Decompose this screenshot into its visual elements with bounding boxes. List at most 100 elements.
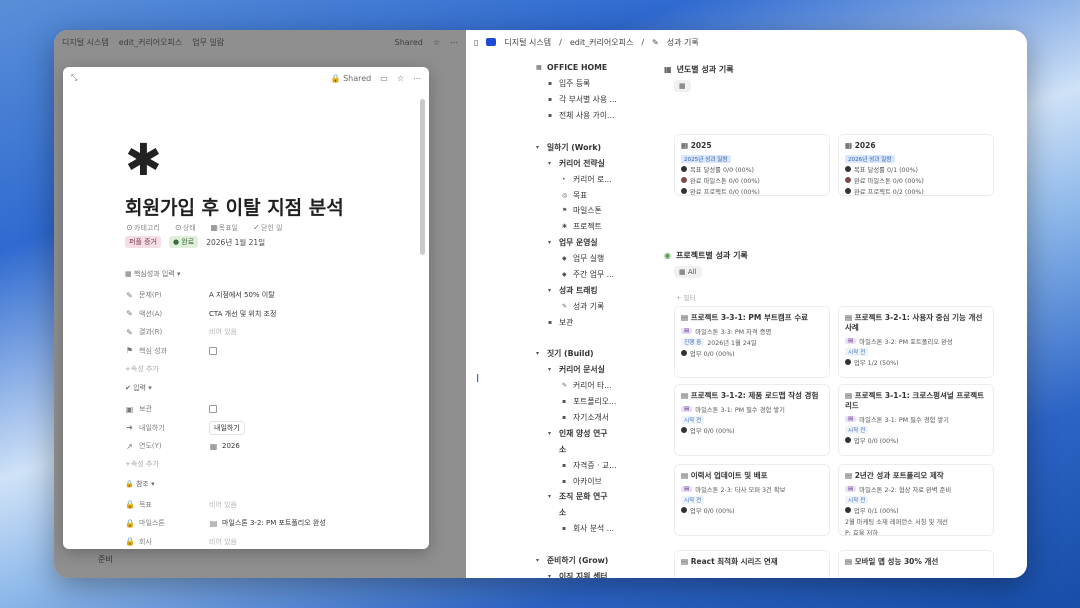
prop-header-category[interactable]: ⊙카테고리 [125, 223, 160, 233]
projects-section-title[interactable]: ◉ 프로젝트별 성과 기록 [664, 250, 748, 261]
page-asterisk-icon[interactable]: ✱ [125, 139, 162, 183]
sidebar-item[interactable]: ▪ 각 부서별 사용 ... [536, 92, 658, 108]
modal-shared-button[interactable]: 🔒 Shared [331, 74, 372, 83]
prop-header-target-date[interactable]: ▦목표일 [210, 223, 238, 233]
prop-row-milestone[interactable]: 🔒 마일스톤 ▤ 마일스톤 3-2: PM 포트폴리오 완성 [125, 514, 415, 533]
sidebar-item[interactable]: ▪ 자격증 · 교... [536, 457, 658, 473]
do-tomorrow-button[interactable]: 내일하기 [209, 420, 245, 435]
sidebar-item[interactable]: ▾ 일하기 (Work) [536, 139, 658, 155]
project-card[interactable]: ▤ 프로젝트 3-1-1: 크로스펑셔널 프로젝트 리드 ▤ 마일스톤 3-1: P… [838, 384, 994, 456]
prop-row-problem[interactable]: ✎ 문제(P) A 지점에서 50% 이탈 [125, 286, 415, 305]
sidebar-item[interactable]: ◎ 목표 [536, 187, 658, 203]
sidebar-item[interactable]: ◆ 업무 실행 [536, 251, 658, 267]
project-card[interactable]: ▤ 이력서 업데이트 및 배포 ▤ 마일스톤 2-3: 타사 모퍼 3건 확보 시작 … [674, 464, 830, 536]
gallery-view-icon[interactable]: ▦ [674, 80, 691, 92]
sidebar-item[interactable]: ▪ 자기소개서 [536, 410, 658, 426]
sidebar-item[interactable]: ✎ 성과 기록 [536, 298, 658, 314]
left-more-icon[interactable]: ⋯ [450, 38, 458, 47]
left-pane-dimmed[interactable]: 디지털 시스템 edit_커리어오피스 업무 일람 Shared ☆ ⋯ 준비 … [54, 30, 466, 578]
prop-row-key-achievement[interactable]: ⚑ 핵심 성과 [125, 342, 415, 361]
prop-value[interactable]: A 지점에서 50% 이탈 [209, 290, 275, 300]
left-shared-button[interactable]: Shared [395, 38, 423, 47]
sidebar-item[interactable]: ▾ 조직 문화 연구 [536, 489, 658, 505]
view-all-tab[interactable]: ▦ All [674, 266, 702, 278]
prop-value[interactable]: ▤ 마일스톤 3-2: PM 포트폴리오 완성 [209, 518, 326, 528]
project-title-label: 모바일 앱 성능 30% 개선 [854, 557, 939, 566]
year-card-2025[interactable]: ▦ 2025 2025년 성과 일람 목표 달성률 0/0 (00%) 완료 마… [674, 134, 830, 196]
sidebar-item[interactable]: ▪ 입주 등록 [536, 76, 658, 92]
group-key-results-title[interactable]: ▦ 핵심성과 입력 ▾ [125, 269, 415, 280]
sidebar-item[interactable]: 소 [536, 441, 658, 457]
prop-header-status[interactable]: ⊙상태 [174, 223, 196, 233]
sidebar-item[interactable]: ▪ 전체 사용 가이... [536, 108, 658, 124]
sidebar-item[interactable]: ▾ 성과 트래킹 [536, 282, 658, 298]
prop-value[interactable]: CTA 개선 및 위치 조정 [209, 309, 276, 319]
sidebar-item[interactable]: ▾ 업무 운영실 [536, 235, 658, 251]
right-breadcrumb-3[interactable]: 성과 기록 [667, 37, 699, 48]
sidebar-item[interactable]: ✎ 커리어 타... [536, 378, 658, 394]
prop-value[interactable]: 비어 있음 [209, 327, 237, 337]
prop-value[interactable]: ▦ 2026 [209, 442, 240, 451]
sidebar-item[interactable]: ▪ 회사 분석 ... [536, 521, 658, 537]
prop-row-do-tomorrow[interactable]: ➜ 내일하기 내일하기 [125, 419, 415, 438]
archive-checkbox[interactable] [209, 405, 217, 414]
modal-more-icon[interactable]: ⋯ [413, 74, 421, 83]
sidebar-item[interactable]: ◆ 주간 업무 ... [536, 267, 658, 283]
category-chip[interactable]: 퍼플 증거 [125, 236, 161, 248]
prop-row-year[interactable]: ↗ 연도(Y) ▦ 2026 [125, 437, 415, 456]
sidebar-item[interactable]: ▾ 인재 양성 연구 [536, 425, 658, 441]
prop-row-goal[interactable]: 🔒 목표 비어 있음 [125, 496, 415, 515]
prop-header-closed[interactable]: ✓닫힌 일 [252, 223, 282, 233]
expand-icon[interactable]: ⤡ [71, 73, 77, 83]
prop-row-action[interactable]: ✎ 액션(A) CTA 개선 및 위치 조정 [125, 305, 415, 324]
left-breadcrumb-3[interactable]: 업무 일람 [192, 37, 224, 48]
sidebar-item[interactable]: ▾ 커리어 전략실 [536, 155, 658, 171]
status-chip[interactable]: ● 완료 [169, 236, 199, 248]
project-card-title: ▤ 모바일 앱 성능 30% 개선 [845, 557, 987, 567]
right-breadcrumb-1[interactable]: 디지털 시스템 [504, 37, 551, 48]
prop-value[interactable]: 비어 있음 [209, 500, 237, 510]
sidebar-item[interactable]: ▾ 짓기 (Build) [536, 346, 658, 362]
project-card[interactable]: ▤ 프로젝트 3-1-2: 제품 로드맵 작성 경험 ▤ 마일스톤 3-1: PM … [674, 384, 830, 456]
page-title[interactable]: 회원가입 후 이탈 지점 분석 [125, 193, 344, 220]
prop-row-result[interactable]: ✎ 결과(R) 비어 있음 [125, 323, 415, 342]
sidebar-item-label: 아카이브 [573, 476, 602, 486]
yearly-section-title[interactable]: ▦ 년도별 성과 기록 [664, 64, 734, 75]
calendar-icon: ▦ [210, 223, 218, 232]
sidebar-item[interactable]: ▪ 보관 [536, 314, 658, 330]
sidebar-item[interactable]: ▪ 아카이브 [536, 473, 658, 489]
year-card-2026[interactable]: ▦ 2026 2026년 성과 일람 목표 달성률 0/1 (00%) 완료 마… [838, 134, 994, 196]
sidebar-item[interactable]: ▾ 준비하기 (Grow) [536, 553, 658, 569]
prop-value[interactable]: 비어 있음 [209, 537, 237, 547]
left-breadcrumb-1[interactable]: 디지털 시스템 [62, 37, 109, 48]
modal-scrollbar[interactable] [420, 99, 425, 255]
key-achievement-checkbox[interactable] [209, 346, 217, 355]
left-breadcrumb-2[interactable]: edit_커리어오피스 [119, 37, 183, 48]
group-input-title[interactable]: ✔ 입력 ▾ [125, 383, 415, 394]
sidebar-item[interactable]: ▾ 이직 지원 센터 [536, 569, 658, 578]
sidebar-item[interactable]: • 커리어 로... [536, 171, 658, 187]
layout-icon[interactable]: ▭ [380, 74, 388, 83]
project-card[interactable]: ▤ React 최적화 시리즈 연재 [674, 550, 830, 578]
sidebar-item[interactable]: ▦ OFFICE HOME [536, 60, 658, 76]
project-card[interactable]: ▤ 프로젝트 3-3-1: PM 부트캠프 수료 ▤ 마일스톤 3-3: PM 자격… [674, 306, 830, 378]
right-breadcrumb-2[interactable]: edit_커리어오피스 [570, 37, 634, 48]
sidebar-item[interactable]: ▾ 커리어 문서실 [536, 362, 658, 378]
add-property-button[interactable]: + 속성 추가 [125, 456, 415, 473]
sidebar-item[interactable]: ✱ 프로젝트 [536, 219, 658, 235]
prop-row-company[interactable]: 🔒 회사 비어 있음 [125, 533, 415, 550]
add-property-button[interactable]: + 속성 추가 [125, 360, 415, 377]
group-reference-title[interactable]: 🔒 참조 ▾ [125, 479, 415, 490]
filter-button[interactable]: + 필터 [676, 292, 695, 302]
left-star-icon[interactable]: ☆ [433, 38, 440, 47]
date-value[interactable]: 2026년 1월 21일 [206, 237, 265, 248]
sidebar-item[interactable]: ▪ 포트폴리오... [536, 394, 658, 410]
sidebar-item[interactable]: 소 [536, 505, 658, 521]
modal-star-icon[interactable]: ☆ [397, 74, 404, 83]
sidebar-item[interactable]: ⚑ 마일스톤 [536, 203, 658, 219]
sidebar-toggle-icon[interactable]: ▯ [474, 38, 478, 47]
project-card[interactable]: ▤ 2년간 성과 포트폴리오 제작 ▤ 마일스톤 2-2: 협상 자료 완벽 준비 시… [838, 464, 994, 536]
project-card[interactable]: ▤ 프로젝트 3-2-1: 사용자 중심 기능 개선 사례 ▤ 마일스톤 3-2: … [838, 306, 994, 378]
project-card[interactable]: ▤ 모바일 앱 성능 30% 개선 [838, 550, 994, 578]
prop-row-archive[interactable]: ▣ 보관 [125, 400, 415, 419]
